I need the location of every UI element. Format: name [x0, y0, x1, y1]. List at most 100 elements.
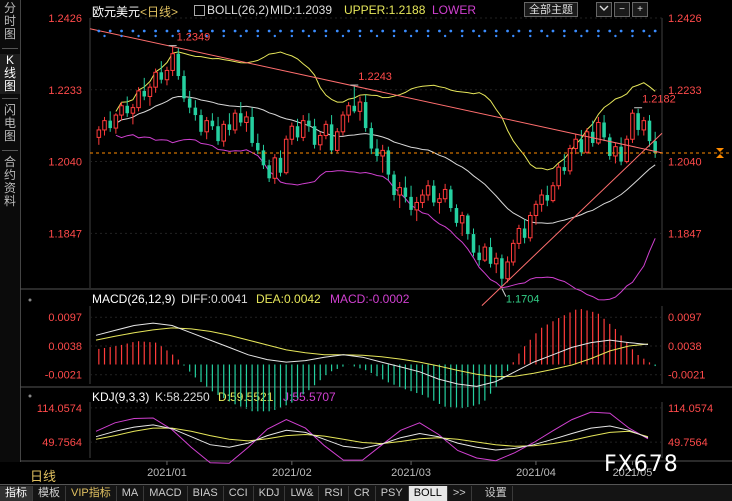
candle-body — [363, 102, 368, 129]
candle-body — [238, 113, 243, 123]
signal-dot — [279, 29, 282, 33]
candle-body — [244, 116, 249, 124]
pane-corner-dot — [28, 298, 32, 302]
signal-dot — [409, 34, 413, 38]
candle-body — [159, 72, 164, 80]
signal-dot — [585, 29, 589, 33]
signal-dot — [137, 34, 140, 38]
indicator-tab[interactable]: LW& — [285, 485, 320, 501]
signal-dot — [290, 29, 294, 33]
candle-body — [307, 120, 311, 127]
indicator-tab[interactable]: MA — [117, 485, 145, 501]
kdj-tick-right: 49.7564 — [668, 437, 708, 449]
indicator-tab[interactable]: KDJ — [254, 485, 286, 501]
signal-dot — [597, 34, 600, 38]
indicator-tab[interactable]: >> — [448, 485, 472, 501]
signal-dot — [358, 34, 362, 38]
macd-diff-line — [95, 322, 649, 387]
date-tick-label: 2021/03 — [391, 467, 431, 479]
candle-body — [505, 261, 510, 280]
signal-dot — [301, 29, 305, 33]
candle-body — [289, 125, 295, 140]
indicator-tab[interactable]: 指标 — [0, 485, 33, 501]
indicator-tab[interactable]: 设置 — [480, 485, 513, 501]
candle-body — [414, 201, 419, 211]
indicator-tab[interactable]: RSI — [319, 485, 349, 501]
candle-body — [352, 105, 357, 112]
signal-dot — [108, 29, 112, 33]
signal-dot — [171, 34, 174, 38]
indicator-tab[interactable]: PSY — [376, 485, 409, 501]
price-tick-left: 1.1847 — [48, 228, 82, 240]
signal-dot — [528, 29, 532, 33]
candle-body — [210, 120, 215, 127]
signal-dot — [631, 29, 634, 33]
signal-dot — [341, 34, 345, 38]
price-high-label: 1.2182 — [642, 94, 676, 106]
price-tick-left: 1.2426 — [48, 13, 82, 25]
price-tick-right: 1.2040 — [668, 157, 702, 169]
candle-body — [613, 146, 618, 157]
trend-line-resistance — [89, 28, 663, 154]
signal-dot — [483, 29, 487, 33]
candle-body — [369, 128, 374, 149]
candle-body — [312, 126, 317, 145]
indicator-tab[interactable]: CCI — [224, 485, 254, 501]
signal-dot — [222, 29, 226, 33]
date-tick-label: 2021/01 — [147, 467, 187, 479]
price-tick-right: 1.2426 — [668, 13, 702, 25]
candle-body — [147, 86, 153, 97]
kdj-tick-left: 114.0574 — [37, 403, 82, 415]
macd-tick-left: 0.0097 — [48, 312, 82, 324]
candle-body — [300, 120, 306, 138]
candle-body — [227, 124, 232, 130]
signal-dot — [551, 29, 555, 33]
candle-body — [170, 53, 175, 71]
candle-body — [619, 146, 623, 162]
signal-dot — [256, 29, 260, 33]
chart-canvas[interactable]: 1.2426 1.24261.2233 1.22331.2040 1.20401.18… — [0, 0, 732, 484]
candle-body — [267, 165, 271, 179]
signal-dot — [512, 34, 515, 38]
candle-body — [403, 187, 408, 197]
signal-dot — [120, 29, 123, 33]
indicator-tab[interactable]: BOLL — [408, 485, 448, 501]
signal-dot — [165, 29, 169, 33]
candle-body — [386, 150, 391, 175]
candle-body — [108, 120, 112, 129]
candle-body — [573, 138, 578, 150]
signal-dot — [290, 34, 294, 38]
signal-dot — [307, 34, 311, 38]
signal-dot — [631, 34, 634, 38]
price-marker-icon — [716, 154, 724, 158]
signal-dot — [210, 29, 214, 33]
indicator-tab[interactable]: 模板 — [33, 485, 66, 501]
macd-tick-left: 0.0038 — [48, 341, 82, 353]
signal-dot — [256, 34, 259, 38]
candle-body — [432, 185, 436, 203]
indicator-tab[interactable]: CR — [349, 485, 376, 501]
candle-body — [329, 124, 334, 151]
candle-body — [584, 131, 590, 153]
candle-body — [647, 120, 652, 142]
candle-body — [216, 126, 220, 142]
indicator-tab[interactable]: VIP指标 — [66, 485, 117, 501]
candle-body — [482, 246, 488, 261]
macd-tick-right: 0.0097 — [668, 312, 702, 324]
kdj-d-line — [95, 427, 649, 447]
kdj-tick-right: 114.0574 — [668, 403, 713, 415]
signal-dot — [449, 29, 453, 33]
signal-dot — [653, 29, 657, 33]
candle-body — [522, 228, 527, 238]
candle-body — [528, 214, 533, 239]
signal-dot — [222, 34, 225, 38]
signal-dot — [233, 29, 237, 33]
candle-body — [317, 135, 323, 146]
indicator-tab[interactable]: MACD — [144, 485, 188, 501]
watermark: FX678 — [604, 452, 679, 477]
signal-dot — [97, 29, 101, 33]
candle-body — [636, 113, 640, 130]
candle-body — [409, 196, 413, 210]
candle-body — [357, 101, 363, 112]
indicator-tab[interactable]: BIAS — [188, 485, 224, 501]
